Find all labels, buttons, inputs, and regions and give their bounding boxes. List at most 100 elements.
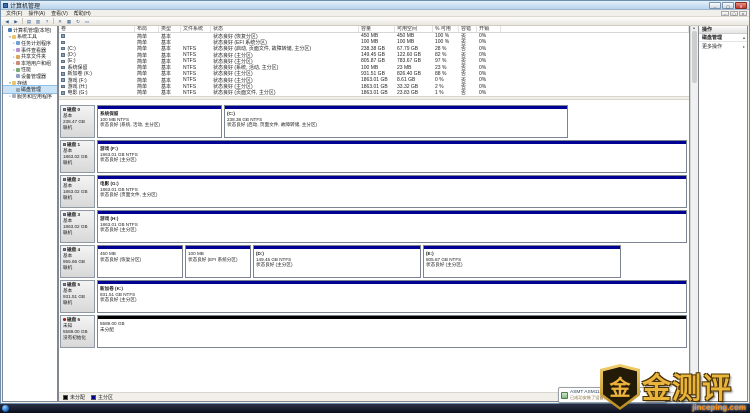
partition[interactable]: 100 MB状态良好 (EFI 系统分区): [185, 245, 251, 278]
toolbar: ◀ ▶ ▤ ▥ ? ✕ ▦ ↻ ▭: [1, 17, 749, 26]
disk-label[interactable]: 磁盘 4 基本 955.86 GB 联机: [60, 245, 95, 278]
disk-row-3: 磁盘 3 基本 1863.02 GB 联机 游戏 (H:)1863.01 GB …: [60, 210, 687, 243]
partition[interactable]: (C:)238.38 GB NTFS状态良好 (启动, 页面文件, 故障转储, …: [224, 105, 568, 138]
child-minimize-button[interactable]: –: [721, 11, 729, 16]
disk-label[interactable]: 磁盘 0 基本 238.47 GB 联机: [60, 105, 95, 138]
partition[interactable]: 游戏 (F:)1863.01 GB NTFS状态良好 (主分区): [97, 140, 687, 173]
partition[interactable]: 游戏 (H:)1863.01 GB NTFS状态良好 (主分区): [97, 210, 687, 243]
column-header[interactable]: 状态: [211, 26, 359, 32]
minimize-button[interactable]: –: [709, 2, 721, 9]
partition[interactable]: 电影 (G:)1863.01 GB NTFS状态良好 (页面文件, 主分区): [97, 175, 687, 208]
close-button[interactable]: ✕: [735, 2, 747, 9]
maximize-button[interactable]: ▢: [722, 2, 734, 9]
disk-row-6: 磁盘 6 未知 5589.00 GB 没有初始化 5589.00 GB未分配: [60, 315, 687, 348]
vertical-scrollbar[interactable]: ▲ ▼: [690, 26, 697, 402]
child-maximize-button[interactable]: ▢: [730, 11, 738, 16]
watermark-text: 金测评: [642, 365, 732, 407]
disk-icon: [63, 108, 66, 111]
delete-icon[interactable]: ✕: [56, 18, 64, 25]
disk-label[interactable]: 磁盘 5 基本 931.51 GB 联机: [60, 280, 95, 313]
tree-item-disk-management[interactable]: 磁盘管理: [3, 86, 57, 93]
column-header[interactable]: 卷: [59, 26, 135, 32]
partition[interactable]: (D:)149.45 GB NTFS状态良好 (主分区): [253, 245, 421, 278]
column-header[interactable]: 类型: [159, 26, 181, 32]
disk-icon: [63, 213, 66, 216]
tree-item-computer-management[interactable]: 计算机管理(本地): [3, 27, 57, 34]
column-header[interactable]: % 可用: [433, 26, 459, 32]
primary-partition-swatch: [91, 395, 96, 400]
disk-row-1: 磁盘 1 基本 1863.02 GB 联机 游戏 (F:)1863.01 GB …: [60, 140, 687, 173]
partition[interactable]: 系统保留100 MB NTFS状态良好 (系统, 活动, 主分区): [97, 105, 222, 138]
column-header[interactable]: 容错: [459, 26, 477, 32]
help-icon[interactable]: ?: [43, 18, 51, 25]
menu-action[interactable]: 操作(A): [25, 10, 48, 17]
actions-section-disk-management[interactable]: 磁盘管理 ▴: [699, 34, 747, 42]
volume-icon: [61, 91, 65, 95]
volume-icon: [61, 78, 65, 82]
disk-management-pane: 卷布局类型文件系统状态容量可用空间% 可用容错开销 简单基本状态良好 (恢复分区…: [58, 26, 690, 402]
usb-device-icon: [561, 392, 568, 399]
device-manager-icon: [16, 74, 20, 78]
disk-management-icon: [16, 88, 20, 92]
task-scheduler-icon: [16, 41, 20, 45]
column-header[interactable]: 开销: [477, 26, 501, 32]
volume-icon: [61, 41, 65, 45]
tree-item-shared-folders[interactable]: ▹共享文件夹: [3, 53, 57, 60]
tree-item-performance[interactable]: ▹性能: [3, 67, 57, 74]
volume-icon: [61, 66, 65, 70]
forward-icon[interactable]: ▶: [12, 18, 20, 25]
scroll-up-icon[interactable]: ▲: [692, 26, 695, 30]
partition[interactable]: 450 MB状态良好 (恢复分区): [97, 245, 183, 278]
performance-icon: [16, 68, 20, 72]
column-header[interactable]: 可用空间: [395, 26, 433, 32]
tree-item-system-tools[interactable]: ▾系统工具: [3, 34, 57, 41]
export-list-icon[interactable]: ▥: [34, 18, 42, 25]
column-header[interactable]: 文件系统: [181, 26, 211, 32]
unallocated-swatch: [63, 395, 68, 400]
tree-item-task-scheduler[interactable]: ▹任务计划程序: [3, 40, 57, 47]
child-close-button[interactable]: ✕: [739, 11, 747, 16]
more-actions-item[interactable]: 更多操作 ▸: [699, 42, 747, 50]
tree-item-local-users-groups[interactable]: ▹本地用户和组: [3, 60, 57, 67]
tree-item-device-manager[interactable]: 设备管理器: [3, 73, 57, 80]
actions-title: 操作: [699, 26, 747, 34]
start-button[interactable]: [2, 405, 9, 412]
legend-primary-partition: 主分区: [91, 394, 113, 401]
tree-item-storage[interactable]: ▾存储: [3, 80, 57, 87]
menu-view[interactable]: 查看(V): [48, 10, 71, 17]
titlebar[interactable]: 计算机管理 – ▢ ✕: [1, 1, 749, 10]
disk-label[interactable]: 磁盘 2 基本 1863.02 GB 联机: [60, 175, 95, 208]
disk-row-0: 磁盘 0 基本 238.47 GB 联机 系统保留100 MB NTFS状态良好…: [60, 105, 687, 138]
volume-table: 卷布局类型文件系统状态容量可用空间% 可用容错开销 简单基本状态良好 (恢复分区…: [59, 26, 689, 96]
volume-icon: [61, 60, 65, 64]
disk-label[interactable]: 磁盘 6 未知 5589.00 GB 没有初始化: [60, 315, 95, 348]
disk-label[interactable]: 磁盘 1 基本 1863.02 GB 联机: [60, 140, 95, 173]
disk-icon[interactable]: ▭: [83, 18, 91, 25]
column-header[interactable]: 容量: [359, 26, 395, 32]
actions-pane: 操作 磁盘管理 ▴ 更多操作 ▸: [698, 26, 748, 402]
window-title: 计算机管理: [10, 1, 709, 10]
chevron-up-icon[interactable]: ▴: [743, 35, 745, 40]
disk-label[interactable]: 磁盘 3 基本 1863.02 GB 联机: [60, 210, 95, 243]
back-icon[interactable]: ◀: [3, 18, 11, 25]
menu-help[interactable]: 帮助(H): [71, 10, 94, 17]
partition[interactable]: 新加卷 (K:)931.51 GB NTFS状态良好 (主分区): [97, 280, 687, 313]
event-viewer-icon: [16, 48, 20, 52]
chevron-right-icon: ▸: [743, 44, 745, 49]
unallocated-partition[interactable]: 5589.00 GB未分配: [97, 315, 687, 348]
disk-icon: [63, 248, 66, 251]
users-icon: [16, 61, 20, 65]
column-header[interactable]: 布局: [135, 26, 159, 32]
volume-icon: [61, 85, 65, 89]
properties-icon[interactable]: ▦: [65, 18, 73, 25]
storage-icon: [12, 81, 16, 85]
toolbar-separator: [22, 18, 23, 24]
tree-item-event-viewer[interactable]: ▹事件查看器: [3, 47, 57, 54]
scrollbar-thumb[interactable]: [692, 31, 697, 83]
refresh-icon[interactable]: ↻: [74, 18, 82, 25]
show-console-tree-icon[interactable]: ▤: [25, 18, 33, 25]
menu-file[interactable]: 文件(F): [3, 10, 25, 17]
disk-warning-icon: [63, 318, 66, 321]
partition[interactable]: (E:)805.87 GB NTFS状态良好 (主分区): [423, 245, 621, 278]
tree-item-services-applications[interactable]: ▹服务和应用程序: [3, 93, 57, 100]
